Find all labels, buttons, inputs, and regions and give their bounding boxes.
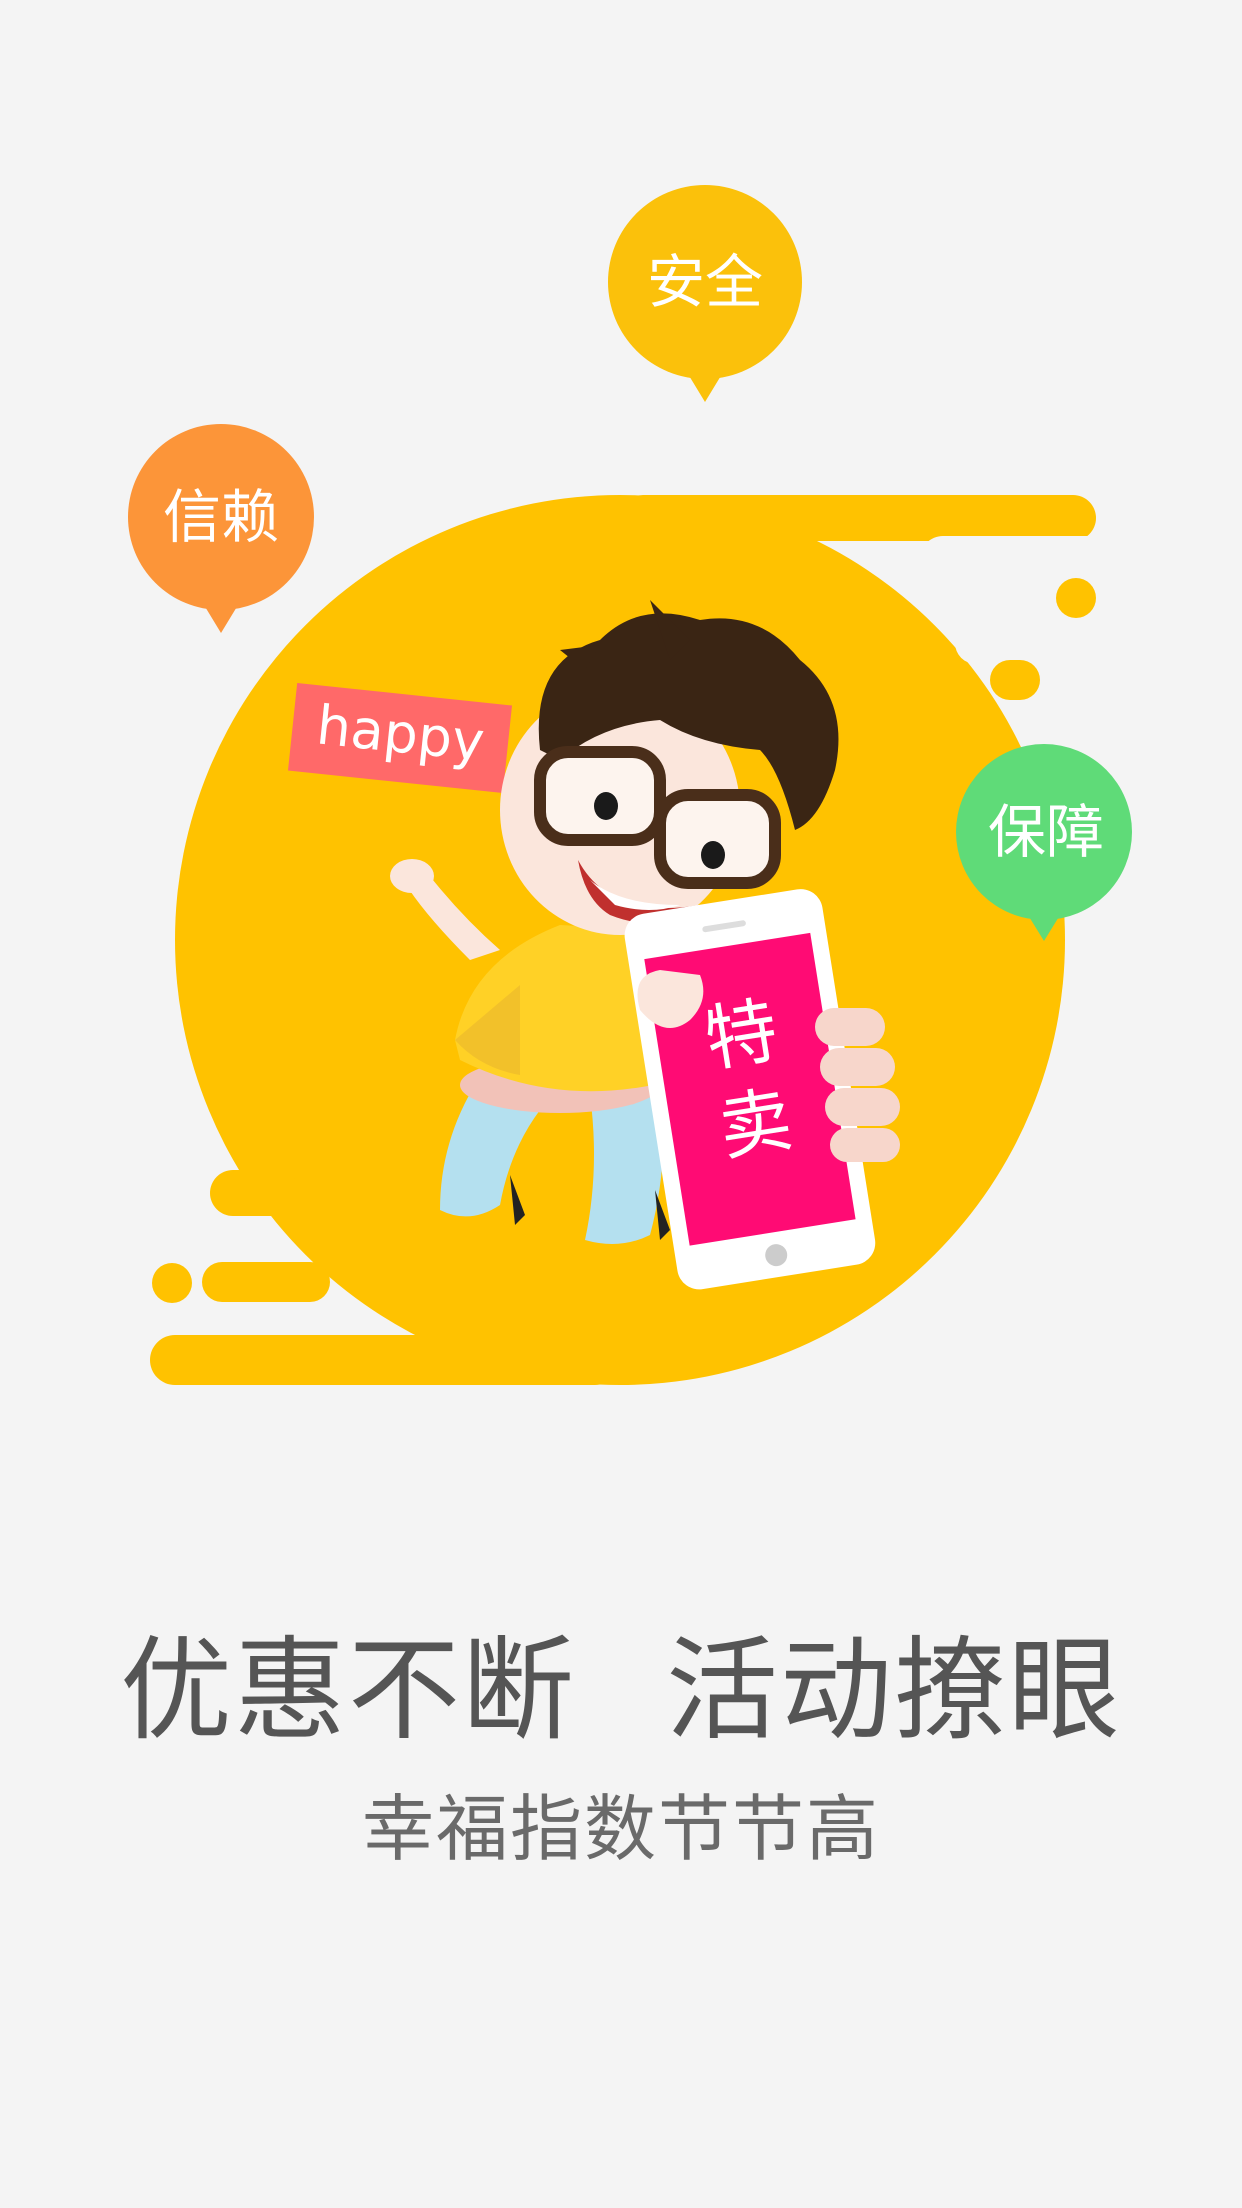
headline-right: 活动撩眼: [666, 1626, 1122, 1756]
badge-guarantee-label: 保障: [988, 798, 1104, 866]
badge-trust: 信赖: [128, 424, 314, 633]
phone-text-1: 特: [699, 988, 783, 1082]
phone-text-2: 卖: [713, 1077, 797, 1171]
headline: 优惠不断 活动撩眼: [0, 1600, 1242, 1762]
splash-illustration: 安全 信赖 保障 happy 特 卖: [128, 185, 1132, 1385]
headline-left: 优惠不断: [120, 1626, 576, 1756]
badge-safety: 安全: [608, 185, 802, 402]
badge-safety-label: 安全: [647, 248, 763, 316]
badge-trust-label: 信赖: [163, 483, 279, 551]
subheadline: 幸福指数节节高: [361, 1787, 880, 1871]
